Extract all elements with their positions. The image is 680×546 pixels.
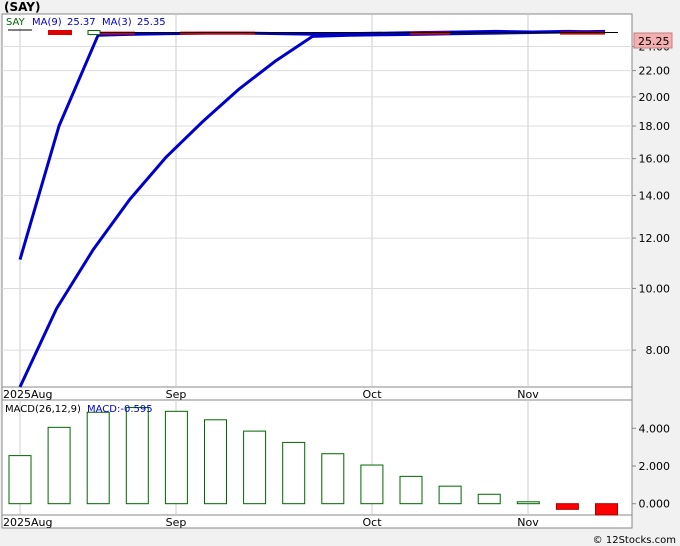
price-ytick-0: 8.00 (646, 344, 671, 357)
macd-bar-3 (125, 407, 149, 505)
price-ytick-7: 22.00 (639, 65, 671, 78)
legend-symbol: SAY (6, 17, 26, 28)
macd-ytick-2: 4.000 (639, 422, 671, 435)
macd-bar-4 (164, 410, 188, 505)
last-price-label: 25.25 (638, 35, 670, 48)
macd-xtick-0: 2025Aug (3, 516, 52, 529)
legend-ma9-swatch (48, 30, 72, 35)
macd-xtick-1: Sep (166, 516, 187, 529)
legend-ma9-value: 25.37 (67, 17, 96, 28)
macd-bar-6 (243, 430, 267, 505)
macd-legend-label: MACD(26,12,9) (5, 404, 81, 415)
macd-ytick-1: 2.000 (639, 460, 671, 473)
macd-bar-1 (47, 426, 71, 505)
macd-bar-0 (8, 455, 32, 505)
chart-svg: 2025Aug 2025Aug Sep Sep Oct Oct Nov Nov 8.00 10.0… (1, 13, 673, 529)
macd-xtick-2: Oct (362, 516, 382, 529)
last-price-badge: 25.25 (633, 32, 673, 49)
macd-bar-10 (399, 475, 423, 505)
legend-ma9-label: MA(9) (32, 17, 62, 28)
macd-bar-9 (360, 464, 384, 505)
macd-bar-5 (204, 419, 227, 505)
macd-bar-15 (595, 503, 618, 516)
macd-bar-12 (477, 493, 501, 505)
macd-xtick-3: Nov (517, 516, 539, 529)
macd-bar-11 (438, 485, 462, 505)
legend-ma3-label: MA(3) (102, 17, 132, 28)
price-ytick-4: 16.00 (639, 153, 671, 166)
price-ytick-3: 14.00 (639, 189, 671, 202)
stock-chart: 2025Aug 2025Aug Sep Sep Oct Oct Nov Nov 8.00 10.0… (0, 0, 680, 546)
credit: © 12Stocks.com (592, 535, 676, 546)
price-ytick-6: 20.00 (639, 91, 671, 104)
price-candle-first (87, 30, 101, 36)
price-ytick-1: 10.00 (639, 282, 671, 295)
macd-ytick-0: 0.000 (639, 498, 671, 511)
price-xtick-0: 2025Aug (3, 388, 52, 401)
macd-bar-8 (321, 453, 345, 505)
price-ytick-5: 18.00 (639, 120, 671, 133)
macd-bar-7 (282, 441, 306, 505)
price-xtick-1: Sep (166, 388, 187, 401)
price-panel (1, 13, 633, 388)
macd-bar-2 (86, 411, 110, 505)
legend-ma3-value: 25.35 (137, 17, 166, 28)
macd-legend: MACD(26,12,9) MACD:-0.595 (5, 404, 153, 415)
price-xtick-3: Nov (517, 388, 539, 401)
price-ytick-2: 12.00 (639, 232, 671, 245)
macd-legend-value: MACD:-0.595 (87, 404, 153, 415)
price-xtick-2: Oct (362, 388, 382, 401)
macd-bar-13 (516, 501, 540, 505)
macd-bar-14 (555, 503, 579, 510)
